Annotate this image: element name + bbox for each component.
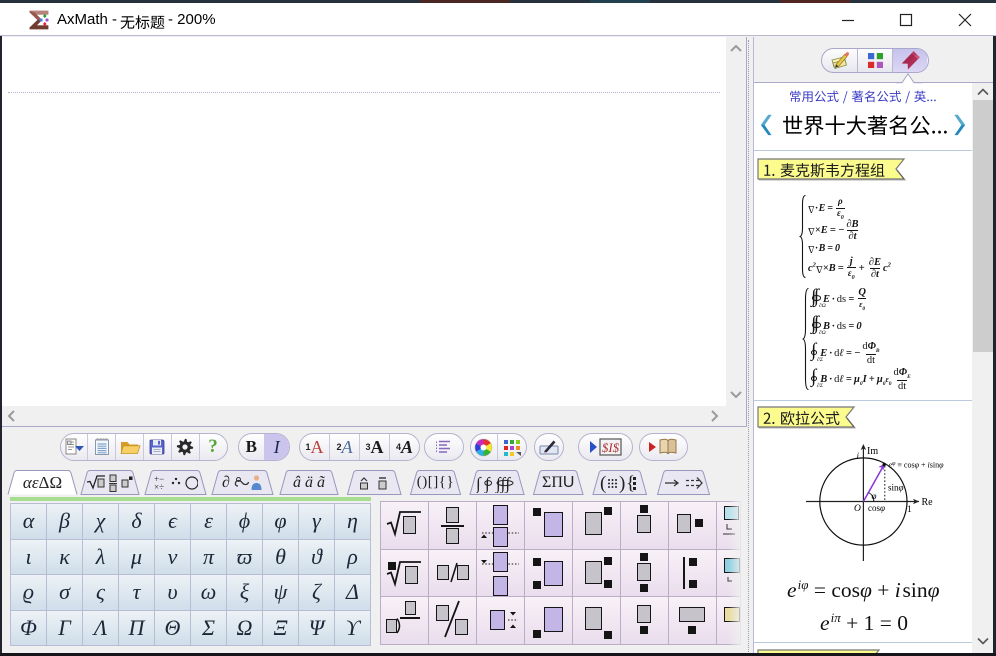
svg-text:(: (	[600, 473, 606, 493]
svg-text:$I$: $I$	[602, 440, 620, 455]
svg-text:∫: ∫	[476, 474, 482, 493]
svg-text:): )	[619, 473, 625, 493]
svg-text:×÷: ×÷	[154, 482, 164, 492]
svg-text:cosφ: cosφ	[868, 503, 885, 513]
svg-text:1: 1	[907, 505, 912, 515]
svg-text:Re: Re	[922, 497, 934, 508]
svg-text:φ: φ	[872, 491, 877, 501]
svg-text:eφ ≡ cosφ + isinφ: eφ ≡ cosφ + isinφ	[889, 461, 945, 470]
svg-text:O: O	[854, 504, 861, 514]
svg-text:sinφ: sinφ	[888, 483, 904, 493]
svg-text:i: i	[857, 451, 860, 461]
svg-text:Im: Im	[867, 446, 878, 457]
